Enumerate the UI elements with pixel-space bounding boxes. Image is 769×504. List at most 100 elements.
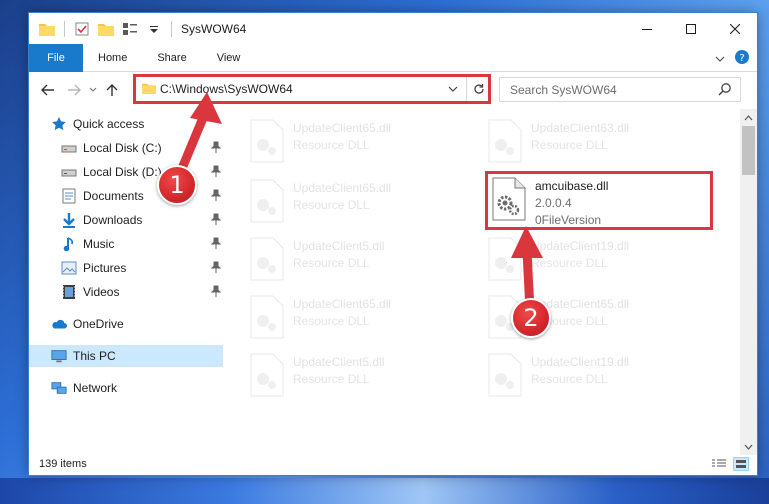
sidebar-item-label: This PC xyxy=(73,349,116,363)
sidebar-item-label: Quick access xyxy=(73,117,145,131)
pin-icon[interactable] xyxy=(210,189,222,204)
star-icon xyxy=(51,116,67,132)
ribbon-tabs: File Home Share View ? xyxy=(29,43,757,72)
list-item[interactable]: UpdateClient19.dll Resource DLL xyxy=(487,237,707,287)
pin-icon[interactable] xyxy=(210,261,222,276)
file-description: Resource DLL xyxy=(531,372,608,386)
download-icon xyxy=(61,212,77,228)
drive-icon xyxy=(61,164,77,180)
scrollbar-thumb[interactable] xyxy=(742,126,755,175)
file-name: UpdateClient65.dll xyxy=(293,297,392,311)
file-highlight-box xyxy=(485,171,713,230)
sidebar-item-quick-access[interactable]: Quick access xyxy=(29,113,223,135)
sidebar-item-downloads[interactable]: Downloads xyxy=(29,209,223,231)
svg-text:?: ? xyxy=(739,53,744,64)
item-count: 139 items xyxy=(39,458,87,470)
pictures-icon xyxy=(61,260,77,276)
file-description: Resource DLL xyxy=(293,256,370,270)
forward-arrow-icon[interactable] xyxy=(61,77,87,103)
cloud-icon xyxy=(51,316,67,332)
list-item[interactable]: UpdateClient65.dll Resource DLL xyxy=(249,119,469,169)
file-description: Resource DLL xyxy=(293,372,370,386)
pin-icon[interactable] xyxy=(210,285,222,300)
navigation-bar: C:\Windows\SysWOW64 Search SysWOW64 xyxy=(29,73,757,106)
dll-file-icon xyxy=(249,353,285,397)
tab-share[interactable]: Share xyxy=(142,44,201,72)
status-bar: 139 items xyxy=(29,453,757,475)
file-name: UpdateClient5.dll xyxy=(293,355,385,369)
customize-qat-chevron-icon[interactable] xyxy=(144,19,164,39)
computer-icon xyxy=(51,348,67,364)
up-arrow-icon[interactable] xyxy=(99,77,125,103)
list-item[interactable]: UpdateClient65.dll Resource DLL xyxy=(249,179,469,229)
sidebar-item-label: Music xyxy=(83,237,115,251)
help-icon[interactable]: ? xyxy=(735,50,749,67)
sidebar-item-this-pc[interactable]: This PC xyxy=(29,345,223,367)
dll-file-icon xyxy=(487,119,523,163)
list-item[interactable]: UpdateClient5.dll Resource DLL xyxy=(249,353,469,403)
music-icon xyxy=(61,236,77,252)
expand-ribbon-chevron-icon[interactable] xyxy=(715,52,725,66)
sidebar-item-label: Network xyxy=(73,381,118,395)
file-name: UpdateClient65.dll xyxy=(293,121,392,135)
dll-file-icon xyxy=(249,295,285,339)
tab-home[interactable]: Home xyxy=(83,44,142,72)
sidebar-item-label: Local Disk (D:) xyxy=(83,165,162,179)
sidebar-item-label: OneDrive xyxy=(73,317,124,331)
file-description: Resource DLL xyxy=(531,256,608,270)
dll-file-icon xyxy=(487,237,523,281)
ribbon-right-controls: ? xyxy=(715,50,749,67)
pin-icon[interactable] xyxy=(210,237,222,252)
list-item[interactable]: UpdateClient19.dll Resource DLL xyxy=(487,353,707,403)
recent-locations-chevron-icon[interactable] xyxy=(87,77,99,103)
file-description: Resource DLL xyxy=(293,198,370,212)
sidebar-item-onedrive[interactable]: OneDrive xyxy=(29,313,223,335)
view-toggle-icon[interactable] xyxy=(120,19,140,39)
file-description: Resource DLL xyxy=(293,314,370,328)
step-2-badge: 2 xyxy=(511,298,551,338)
file-name: UpdateClient63.dll xyxy=(531,121,630,135)
list-item[interactable]: UpdateClient5.dll Resource DLL xyxy=(249,237,469,287)
sidebar-item-pictures[interactable]: Pictures xyxy=(29,257,223,279)
tab-view[interactable]: View xyxy=(202,44,256,72)
file-name: UpdateClient65.dll xyxy=(293,181,392,195)
search-input[interactable]: Search SysWOW64 xyxy=(499,77,741,102)
file-list: UpdateClient65.dll Resource DLL UpdateCl… xyxy=(223,109,737,455)
window-title: SysWOW64 xyxy=(181,21,247,36)
file-explorer-window: SysWOW64 File Home Share View ? C:\Windo… xyxy=(28,12,758,476)
sidebar-item-label: Downloads xyxy=(83,213,143,227)
scroll-up-arrow-icon[interactable] xyxy=(740,109,757,126)
maximize-button[interactable] xyxy=(669,13,713,44)
view-buttons xyxy=(711,457,749,471)
pin-icon[interactable] xyxy=(210,141,222,156)
tab-file[interactable]: File xyxy=(29,43,83,72)
sidebar-item-label: Videos xyxy=(83,285,120,299)
file-name: UpdateClient5.dll xyxy=(293,239,385,253)
pin-icon[interactable] xyxy=(210,165,222,180)
address-highlight-box xyxy=(133,74,491,104)
quick-access-toolbar xyxy=(29,13,175,44)
search-icon[interactable] xyxy=(718,82,732,99)
sidebar-item-videos[interactable]: Videos xyxy=(29,281,223,303)
back-arrow-icon[interactable] xyxy=(35,77,61,103)
file-description: Resource DLL xyxy=(531,138,608,152)
search-placeholder: Search SysWOW64 xyxy=(510,82,617,97)
qat-divider xyxy=(171,20,172,37)
details-view-icon[interactable] xyxy=(711,457,727,471)
sidebar-item-network[interactable]: Network xyxy=(29,377,223,399)
close-button[interactable] xyxy=(713,13,757,44)
folder-icon xyxy=(37,19,57,39)
list-item[interactable]: UpdateClient63.dll Resource DLL xyxy=(487,119,707,169)
vertical-scrollbar[interactable] xyxy=(740,109,757,455)
dll-file-icon xyxy=(249,237,285,281)
new-folder-icon[interactable] xyxy=(96,19,116,39)
tiles-view-icon[interactable] xyxy=(733,457,749,471)
sidebar-item-local-disk-c[interactable]: Local Disk (C:) xyxy=(29,137,223,159)
file-name: UpdateClient19.dll xyxy=(531,239,630,253)
properties-icon[interactable] xyxy=(72,19,92,39)
pin-icon[interactable] xyxy=(210,213,222,228)
dll-file-icon xyxy=(487,353,523,397)
sidebar-item-music[interactable]: Music xyxy=(29,233,223,255)
minimize-button[interactable] xyxy=(625,13,669,44)
list-item[interactable]: UpdateClient65.dll Resource DLL xyxy=(249,295,469,345)
